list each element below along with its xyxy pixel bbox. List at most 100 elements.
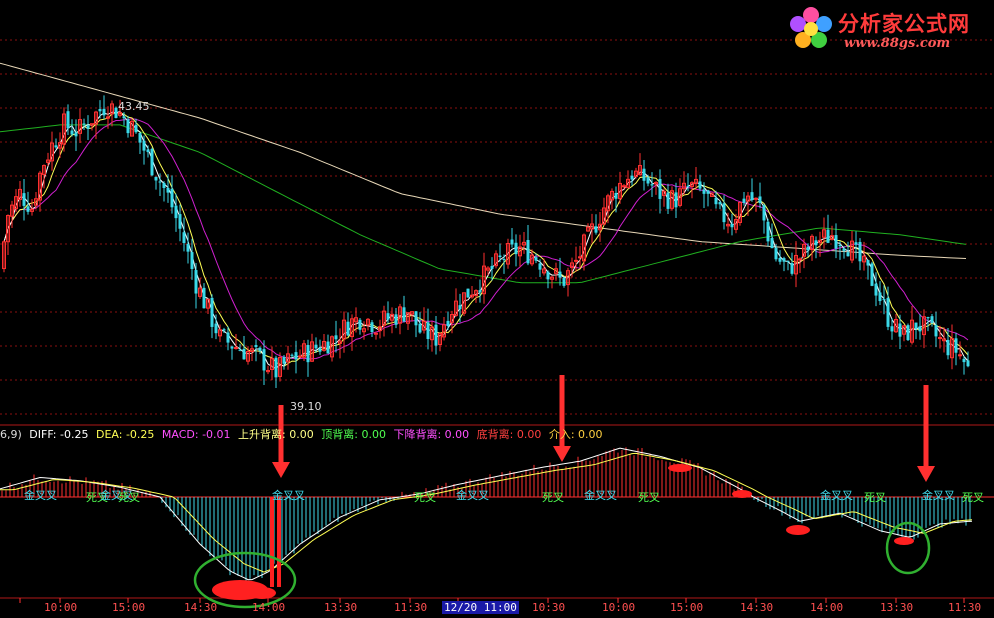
time-tick-label: 15:00 — [670, 601, 704, 614]
candle-down — [26, 206, 30, 212]
candle-down — [562, 277, 566, 286]
candle-down — [290, 354, 294, 356]
candle-down — [254, 345, 258, 347]
candle-down — [258, 347, 262, 351]
candle-down — [446, 320, 450, 327]
candle-down — [282, 356, 286, 364]
candle-down — [594, 226, 598, 233]
candle-down — [758, 196, 762, 203]
candle-down — [858, 241, 862, 262]
candle-down — [722, 203, 726, 223]
candle-down — [306, 344, 310, 363]
candle-down — [394, 314, 398, 325]
candle-down — [418, 323, 422, 333]
candle-down — [402, 307, 406, 322]
time-tick-label: 14:30 — [740, 601, 774, 614]
candle-down — [926, 317, 930, 319]
candle-down — [222, 329, 226, 331]
candle-up — [622, 185, 626, 188]
candle-up — [374, 332, 378, 335]
candle-down — [914, 322, 918, 329]
death-cross-label: 死叉 — [414, 491, 436, 504]
candle-down — [230, 346, 234, 349]
candle-down — [846, 252, 850, 257]
logo-url: www.88gs.com — [844, 36, 951, 51]
candle-down — [178, 214, 182, 229]
macd-highlight-bar — [277, 497, 281, 587]
candle-down — [122, 116, 126, 119]
dea-value: DEA: -0.25 — [95, 428, 155, 441]
candle-down — [146, 149, 150, 153]
candle-down — [510, 239, 514, 245]
time-tick-label: 10:00 — [44, 601, 78, 614]
candle-down — [558, 271, 562, 278]
candle-down — [526, 239, 530, 264]
time-tick-label: 14:00 — [810, 601, 844, 614]
candle-down — [714, 197, 718, 205]
candle-down — [514, 242, 518, 255]
red-arrow-head — [553, 446, 571, 462]
candle-down — [882, 299, 886, 301]
candle-down — [918, 326, 922, 332]
candle-down — [778, 257, 782, 262]
top-divergence-value: 顶背离: 0.00 — [321, 428, 386, 441]
logo-title: 分析家公式网 — [838, 12, 970, 36]
death-cross-label: 死叉 — [864, 491, 886, 504]
red-arrow-head — [272, 462, 290, 478]
candle-down — [954, 338, 958, 353]
candle-up — [958, 354, 962, 357]
candle-down — [318, 348, 322, 352]
time-tick-label: 10:30 — [532, 601, 566, 614]
golden-cross-label: 金叉叉 — [456, 489, 489, 502]
candle-down — [674, 192, 678, 208]
candle-down — [194, 270, 198, 294]
macd-panel — [0, 447, 973, 600]
grid-lines — [0, 39, 994, 603]
candle-down — [154, 176, 158, 181]
candle-down — [630, 175, 634, 180]
candle-down — [74, 132, 78, 137]
time-tick-label: 15:00 — [112, 601, 146, 614]
candle-down — [426, 322, 430, 339]
candle-down — [962, 358, 966, 363]
candle-down — [826, 229, 830, 243]
indicator-prefix: 6,9) — [0, 428, 22, 441]
price-high-label: 43.45 — [118, 100, 150, 113]
candle-down — [546, 271, 550, 280]
candle-down — [102, 108, 106, 116]
time-tick-label: 14:00 — [252, 601, 286, 614]
candle-down — [70, 130, 74, 135]
candle-down — [658, 178, 662, 199]
candle-down — [134, 124, 138, 133]
candle-down — [210, 297, 214, 327]
candle-down — [186, 243, 190, 252]
candle-down — [762, 205, 766, 221]
time-tick-label: 14:30 — [184, 601, 218, 614]
candle-down — [358, 319, 362, 330]
candle-down — [650, 184, 654, 186]
candle-down — [502, 259, 506, 261]
candle-down — [370, 322, 374, 333]
candle-down — [642, 168, 646, 181]
death-cross-label: 死叉 — [542, 491, 564, 504]
candle-down — [930, 316, 934, 323]
macd-highlight — [894, 537, 914, 545]
candle-down — [766, 221, 770, 242]
candle-down — [770, 238, 774, 249]
candle-down — [202, 287, 206, 309]
candle-down — [126, 119, 130, 134]
time-tick-label: 10:00 — [602, 601, 636, 614]
golden-cross-label: 金叉叉 — [272, 489, 305, 502]
candle-down — [170, 188, 174, 208]
candle-down — [158, 181, 162, 183]
candle-down — [478, 290, 482, 293]
candle-down — [242, 348, 246, 360]
candle-down — [870, 263, 874, 286]
candle-down — [166, 187, 170, 193]
candle-down — [898, 323, 902, 337]
candle-down — [86, 125, 90, 129]
candle-up — [798, 258, 802, 261]
candle-down — [162, 182, 166, 188]
candle-down — [238, 349, 242, 351]
death-cross-label: 死叉 — [118, 491, 140, 504]
